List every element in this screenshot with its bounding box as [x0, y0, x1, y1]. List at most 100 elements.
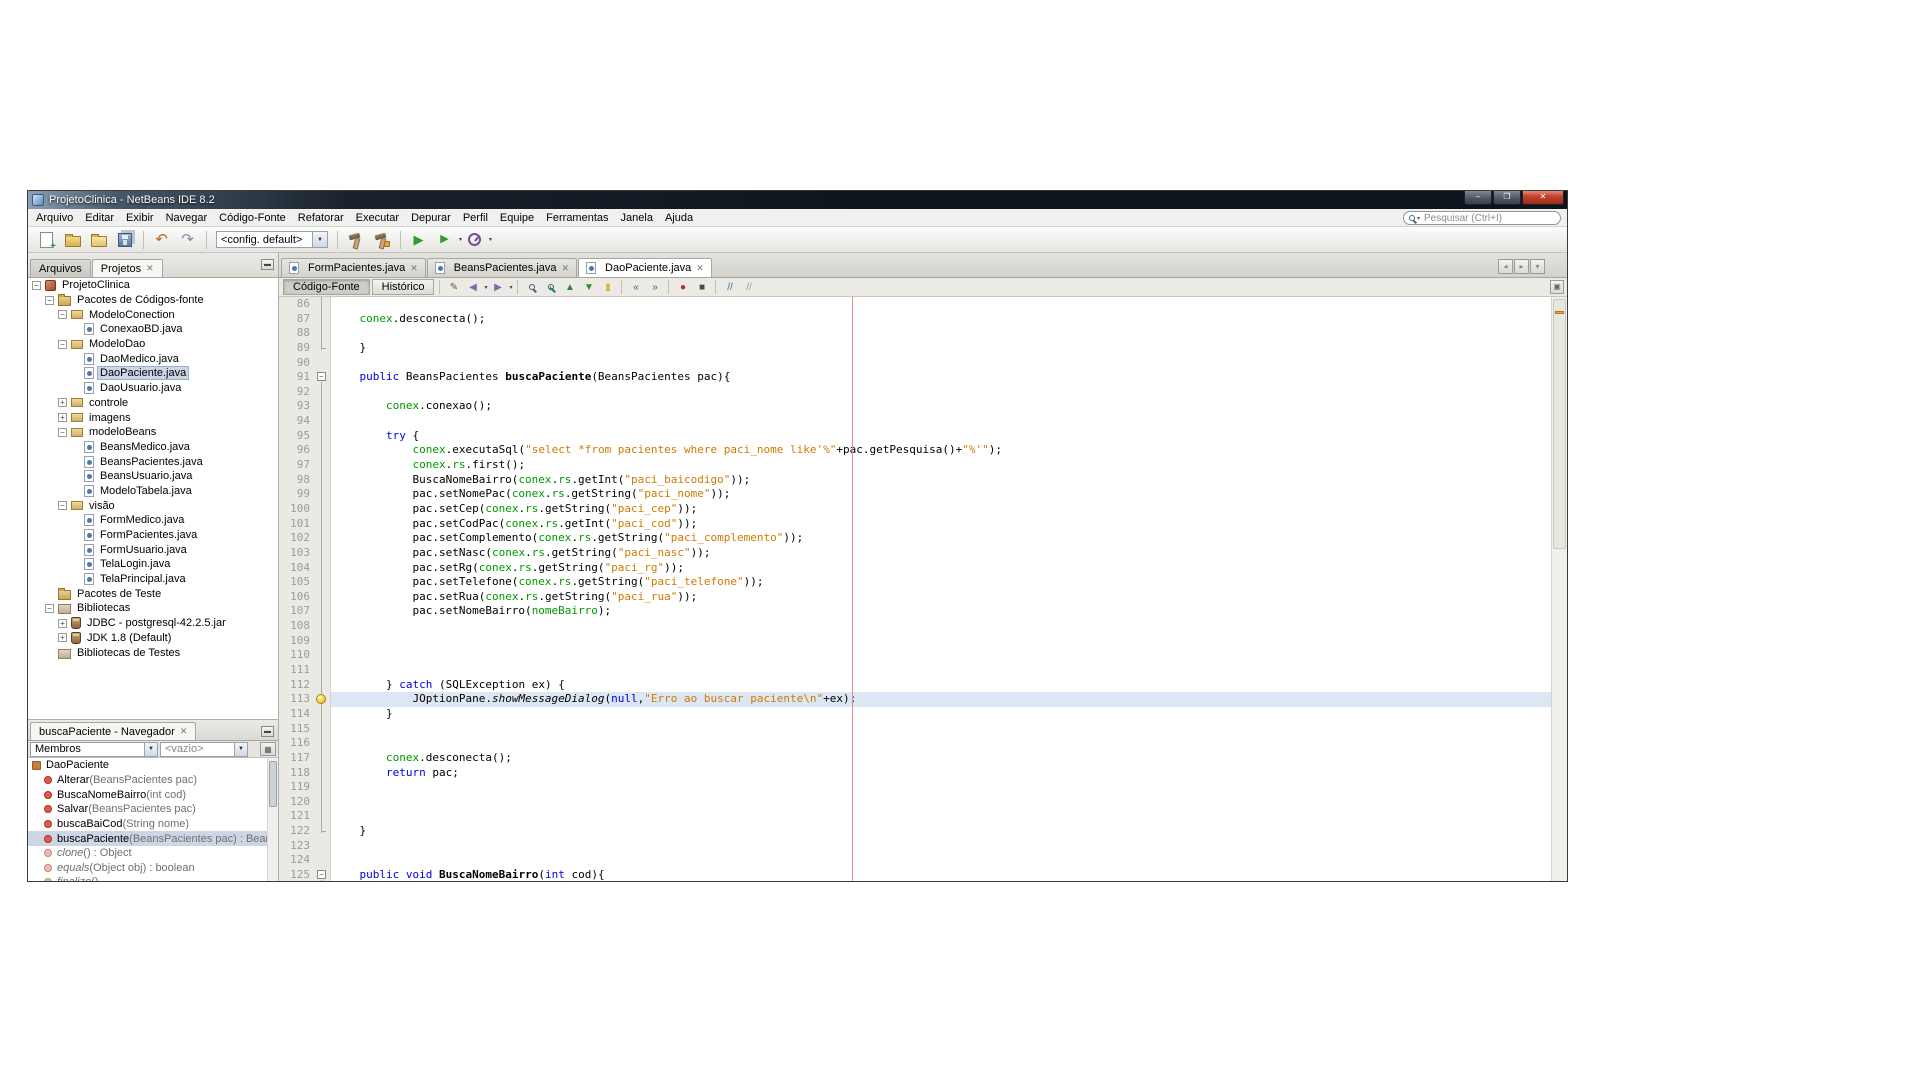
line-number[interactable]: 102	[279, 531, 313, 546]
tab-arquivos[interactable]: Arquivos	[30, 259, 91, 277]
code-line-124[interactable]: 124	[279, 853, 1551, 868]
fold-margin[interactable]	[313, 809, 331, 824]
code-text[interactable]	[331, 634, 1551, 649]
menu-refatorar[interactable]: Refatorar	[292, 210, 350, 226]
close-button[interactable]: ✕	[1522, 191, 1564, 205]
line-number[interactable]: 119	[279, 780, 313, 795]
line-number[interactable]: 105	[279, 575, 313, 590]
next-occurrence-icon[interactable]: ▼	[580, 280, 597, 295]
tree-item-pacotes-de-c-digos-fonte[interactable]: −Pacotes de Códigos-fonte	[28, 293, 278, 308]
code-text[interactable]: }	[331, 707, 1551, 722]
tree-item-jdbc-postgresql-42-2-5-jar[interactable]: +JDBC - postgresql-42.2.5.jar	[28, 616, 278, 631]
line-number[interactable]: 118	[279, 766, 313, 781]
code-line-105[interactable]: 105 pac.setTelefone(conex.rs.getString("…	[279, 575, 1551, 590]
code-line-90[interactable]: 90	[279, 356, 1551, 371]
fold-margin[interactable]	[313, 780, 331, 795]
fold-margin[interactable]	[313, 326, 331, 341]
code-line-120[interactable]: 120	[279, 795, 1551, 810]
code-line-98[interactable]: 98 BuscaNomeBairro(conex.rs.getInt("paci…	[279, 473, 1551, 488]
fold-margin[interactable]	[313, 751, 331, 766]
fold-margin[interactable]	[313, 795, 331, 810]
menu-navegar[interactable]: Navegar	[160, 210, 214, 226]
line-number[interactable]: 122	[279, 824, 313, 839]
member-buscanomebairro[interactable]: BuscaNomeBairro(int cod)	[28, 787, 278, 802]
toggle-highlight-icon[interactable]: ▮	[599, 280, 616, 295]
code-text[interactable]: BuscaNomeBairro(conex.rs.getInt("paci_ba…	[331, 473, 1551, 488]
line-number[interactable]: 99	[279, 487, 313, 502]
maximize-button[interactable]: ❐	[1493, 191, 1521, 205]
code-line-94[interactable]: 94	[279, 414, 1551, 429]
macro-record-icon[interactable]: ●	[674, 280, 691, 295]
code-text[interactable]	[331, 297, 1551, 312]
code-editor[interactable]: 8687 conex.desconecta();8889 }9091− publ…	[279, 297, 1551, 881]
member-finalize[interactable]: finalize()	[28, 875, 278, 881]
menu-exibir[interactable]: Exibir	[120, 210, 160, 226]
code-text[interactable]: }	[331, 341, 1551, 356]
new-project-button[interactable]	[60, 229, 85, 251]
code-text[interactable]	[331, 326, 1551, 341]
search-input[interactable]: ▾ Pesquisar (Ctrl+I)	[1403, 211, 1561, 225]
code-text[interactable]: conex.conexao();	[331, 399, 1551, 414]
line-number[interactable]: 110	[279, 648, 313, 663]
line-number[interactable]: 100	[279, 502, 313, 517]
editor-tab-daopaciente-java[interactable]: DaoPaciente.java✕	[578, 258, 712, 277]
code-line-91[interactable]: 91− public BeansPacientes buscaPaciente(…	[279, 370, 1551, 385]
expand-icon[interactable]: +	[58, 413, 67, 422]
macro-stop-icon[interactable]: ■	[693, 280, 710, 295]
code-text[interactable]	[331, 648, 1551, 663]
menu-ajuda[interactable]: Ajuda	[659, 210, 699, 226]
fold-margin[interactable]	[313, 473, 331, 488]
code-text[interactable]: pac.setCodPac(conex.rs.getInt("paci_cod"…	[331, 517, 1551, 532]
fold-margin[interactable]	[313, 707, 331, 722]
member-clone[interactable]: clone() : Object	[28, 846, 278, 861]
tree-item-vis-o[interactable]: −visão	[28, 498, 278, 513]
menu-executar[interactable]: Executar	[350, 210, 405, 226]
config-combo[interactable]: <config. default>▼	[216, 231, 328, 248]
chevron-down-icon[interactable]: ▾	[484, 284, 487, 291]
menu-arquivo[interactable]: Arquivo	[30, 210, 79, 226]
search-dropdown-icon[interactable]: ▾	[1417, 215, 1420, 222]
tab-projetos[interactable]: Projetos✕	[92, 259, 163, 277]
member-buscapaciente[interactable]: buscaPaciente(BeansPacientes pac) : Bean…	[28, 831, 278, 846]
line-number[interactable]: 120	[279, 795, 313, 810]
code-line-106[interactable]: 106 pac.setRua(conex.rs.getString("paci_…	[279, 590, 1551, 605]
tree-item-beansmedico-java[interactable]: BeansMedico.java	[28, 440, 278, 455]
code-line-99[interactable]: 99 pac.setNomePac(conex.rs.getString("pa…	[279, 487, 1551, 502]
members-filter-combo[interactable]: Membros ▼	[30, 742, 158, 757]
tree-item-beansusuario-java[interactable]: BeansUsuario.java	[28, 469, 278, 484]
line-number[interactable]: 103	[279, 546, 313, 561]
scrollbar-thumb[interactable]	[269, 761, 277, 807]
code-text[interactable]	[331, 839, 1551, 854]
tree-item-imagens[interactable]: +imagens	[28, 410, 278, 425]
tree-item-formusuario-java[interactable]: FormUsuario.java	[28, 542, 278, 557]
code-line-115[interactable]: 115	[279, 722, 1551, 737]
forward-icon[interactable]: ▶	[489, 280, 506, 295]
line-number[interactable]: 115	[279, 722, 313, 737]
code-line-125[interactable]: 125− public void BuscaNomeBairro(int cod…	[279, 868, 1551, 881]
line-number[interactable]: 86	[279, 297, 313, 312]
member-alterar[interactable]: Alterar(BeansPacientes pac)	[28, 773, 278, 788]
fold-margin[interactable]	[313, 561, 331, 576]
code-text[interactable]	[331, 356, 1551, 371]
tree-item-formmedico-java[interactable]: FormMedico.java	[28, 513, 278, 528]
fold-margin[interactable]	[313, 634, 331, 649]
code-line-114[interactable]: 114 }	[279, 707, 1551, 722]
line-number[interactable]: 96	[279, 443, 313, 458]
tabs-list-dropdown[interactable]: ▾	[1530, 259, 1545, 274]
tree-item-conexaobd-java[interactable]: ConexaoBD.java	[28, 322, 278, 337]
menu-editar[interactable]: Editar	[79, 210, 120, 226]
line-number[interactable]: 107	[279, 604, 313, 619]
fold-margin[interactable]	[313, 312, 331, 327]
code-text[interactable]: conex.desconecta();	[331, 751, 1551, 766]
fold-margin[interactable]	[313, 517, 331, 532]
code-text[interactable]: }	[331, 824, 1551, 839]
menu-depurar[interactable]: Depurar	[405, 210, 457, 226]
comment-icon[interactable]: //	[721, 280, 738, 295]
fold-margin[interactable]	[313, 502, 331, 517]
shift-left-icon[interactable]: «	[627, 280, 644, 295]
line-number[interactable]: 92	[279, 385, 313, 400]
code-line-111[interactable]: 111	[279, 663, 1551, 678]
fold-margin[interactable]: −	[313, 370, 331, 385]
line-number[interactable]: 123	[279, 839, 313, 854]
line-number[interactable]: 88	[279, 326, 313, 341]
